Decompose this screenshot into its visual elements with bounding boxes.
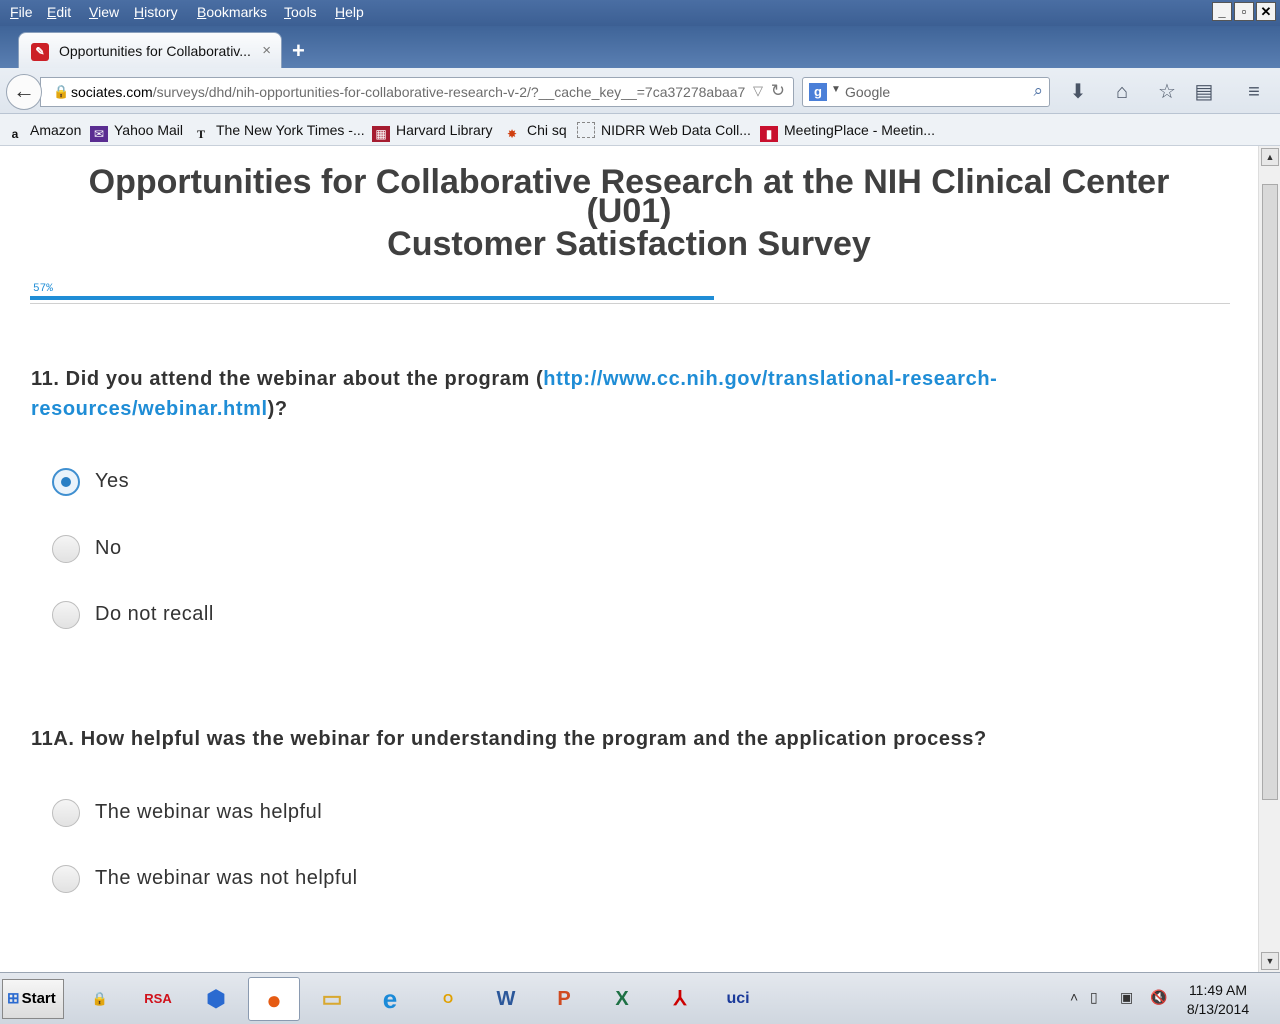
- yahoo-mail-icon: ✉: [90, 126, 108, 142]
- radio-webinar-helpful[interactable]: [52, 799, 80, 827]
- rsa-app-icon[interactable]: RSA: [132, 977, 184, 1021]
- close-tab-icon[interactable]: ×: [262, 42, 271, 59]
- menu-edit[interactable]: Edit: [47, 4, 71, 20]
- firefox-app-icon[interactable]: ●: [248, 977, 300, 1021]
- start-button[interactable]: ⊞ Start: [2, 979, 64, 1019]
- back-arrow-icon: ←: [13, 78, 35, 103]
- bookmark-meetingplace[interactable]: ▮ MeetingPlace - Meetin...: [760, 122, 935, 142]
- amazon-icon: a: [11, 127, 19, 141]
- tab-survey[interactable]: ✎ Opportunities for Collaborativ... ×: [18, 32, 282, 68]
- bookmark-harvard[interactable]: ▦ Harvard Library: [372, 122, 492, 142]
- menu-file[interactable]: File: [10, 4, 33, 20]
- radio-no[interactable]: [52, 535, 80, 563]
- search-icon[interactable]: ⌕: [1033, 81, 1043, 101]
- radio-webinar-not-helpful[interactable]: [52, 865, 80, 893]
- reading-list-icon[interactable]: ▤: [1192, 80, 1216, 104]
- navigation-bar: 🔒 sociates.com/surveys/dhd/nih-opportuni…: [0, 68, 1280, 114]
- excel-app-icon[interactable]: X: [596, 977, 648, 1021]
- tray-volume-muted-icon[interactable]: 🔇: [1150, 989, 1167, 1006]
- scroll-up-icon[interactable]: ▲: [1261, 148, 1279, 166]
- download-icon[interactable]: ⬇: [1066, 80, 1090, 104]
- new-tab-button[interactable]: +: [292, 38, 305, 64]
- progress-label: 57%: [33, 283, 53, 295]
- tray-network-icon[interactable]: ▣: [1120, 989, 1133, 1006]
- clock-time: 11:49 AM: [1188, 982, 1248, 998]
- menu-view[interactable]: View: [89, 4, 119, 20]
- radio-yes[interactable]: [52, 468, 80, 496]
- bookmark-chi-sq[interactable]: ✸ Chi sq: [503, 122, 567, 142]
- menu-bar: File Edit View History Bookmarks Tools H…: [0, 0, 1280, 26]
- search-bar[interactable]: g ▼ Google ⌕: [802, 77, 1050, 107]
- option-label: No: [95, 537, 122, 559]
- survey-title: Opportunities for Collaborative Research…: [0, 165, 1258, 264]
- reload-icon[interactable]: ↻: [771, 81, 785, 101]
- search-engine-dropdown-icon[interactable]: ▼: [831, 84, 841, 95]
- tray-expand-icon[interactable]: ˄: [1070, 989, 1078, 1005]
- lock-icon: 🔒: [53, 84, 70, 99]
- radio-do-not-recall[interactable]: [52, 601, 80, 629]
- google-icon: g: [809, 83, 827, 101]
- windows-logo-icon: ⊞: [7, 990, 20, 1007]
- outlook-app-icon[interactable]: O: [422, 977, 474, 1021]
- tray-device-icon[interactable]: ▯: [1090, 989, 1098, 1006]
- tab-title: Opportunities for Collaborativ...: [59, 43, 251, 59]
- restore-button[interactable]: ▫: [1234, 2, 1254, 21]
- menu-history[interactable]: History: [134, 4, 178, 20]
- site-favicon-icon: ✎: [31, 43, 49, 61]
- bookmark-star-icon[interactable]: ☆: [1155, 80, 1179, 104]
- address-bar[interactable]: 🔒 sociates.com/surveys/dhd/nih-opportuni…: [40, 77, 794, 107]
- harvard-icon: ▦: [372, 126, 390, 142]
- menu-hamburger-icon[interactable]: ≡: [1242, 80, 1266, 104]
- internet-explorer-icon[interactable]: e: [364, 977, 416, 1021]
- option-label: The webinar was not helpful: [95, 867, 358, 889]
- progress-bar-track: [30, 303, 1230, 304]
- lock-app-icon[interactable]: 🔒: [74, 977, 126, 1021]
- system-tray: ˄ ▯ ▣ 🔇 11:49 AM 8/13/2014: [1062, 979, 1278, 1019]
- bookmark-nyt[interactable]: T The New York Times -...: [192, 122, 365, 142]
- scroll-down-icon[interactable]: ▼: [1261, 952, 1279, 970]
- meetingplace-icon: ▮: [760, 126, 778, 142]
- title-line-3: Customer Satisfaction Survey: [387, 225, 871, 263]
- bookmark-yahoo-mail[interactable]: ✉ Yahoo Mail: [90, 122, 183, 142]
- acrobat-app-icon[interactable]: ⅄: [654, 977, 706, 1021]
- nyt-icon: T: [196, 127, 205, 141]
- blank-page-icon: [577, 122, 595, 138]
- clock-date: 8/13/2014: [1186, 1001, 1250, 1017]
- title-line-2: (U01): [586, 192, 672, 230]
- back-button[interactable]: ←: [6, 74, 42, 110]
- menu-tools[interactable]: Tools: [284, 4, 317, 20]
- home-icon[interactable]: ⌂: [1110, 80, 1134, 104]
- vertical-scrollbar[interactable]: ▲ ▼: [1258, 146, 1280, 972]
- uci-app-icon[interactable]: uci: [712, 977, 764, 1021]
- chi-sq-icon: ✸: [506, 127, 518, 141]
- option-label: Do not recall: [95, 603, 214, 625]
- menu-bookmarks[interactable]: Bookmarks: [197, 4, 267, 20]
- network-app-icon[interactable]: ⬢: [190, 977, 242, 1021]
- url-dropdown-icon[interactable]: ▽: [753, 83, 763, 99]
- url-text: sociates.com/surveys/dhd/nih-opportuniti…: [71, 84, 746, 100]
- clock[interactable]: 11:49 AM 8/13/2014: [1180, 981, 1256, 1019]
- tab-bar: ✎ Opportunities for Collaborativ... × +: [0, 26, 1280, 68]
- search-input[interactable]: Google: [845, 84, 890, 100]
- question-11a: 11A. How helpful was the webinar for und…: [31, 728, 987, 750]
- close-window-button[interactable]: ✕: [1256, 2, 1276, 21]
- bookmark-nidrr[interactable]: NIDRR Web Data Coll...: [577, 122, 751, 138]
- minimize-button[interactable]: _: [1212, 2, 1232, 21]
- progress-bar-fill: [30, 296, 714, 300]
- option-label: The webinar was helpful: [95, 801, 323, 823]
- scroll-thumb[interactable]: [1262, 184, 1278, 800]
- survey-page: Opportunities for Collaborative Research…: [0, 146, 1258, 972]
- explorer-folder-icon[interactable]: ▭: [306, 977, 358, 1021]
- bookmarks-toolbar: a Amazon ✉ Yahoo Mail T The New York Times …: [0, 114, 1280, 146]
- bookmark-amazon[interactable]: a Amazon: [6, 122, 82, 142]
- question-11: 11. Did you attend the webinar about the…: [31, 368, 998, 420]
- word-app-icon[interactable]: W: [480, 977, 532, 1021]
- powerpoint-app-icon[interactable]: P: [538, 977, 590, 1021]
- taskbar: ⊞ Start 🔒 RSA ⬢ ● ▭ e O W P X ⅄ uci ˄ ▯ ▣…: [0, 972, 1280, 1024]
- menu-help[interactable]: Help: [335, 4, 364, 20]
- option-label: Yes: [95, 470, 130, 492]
